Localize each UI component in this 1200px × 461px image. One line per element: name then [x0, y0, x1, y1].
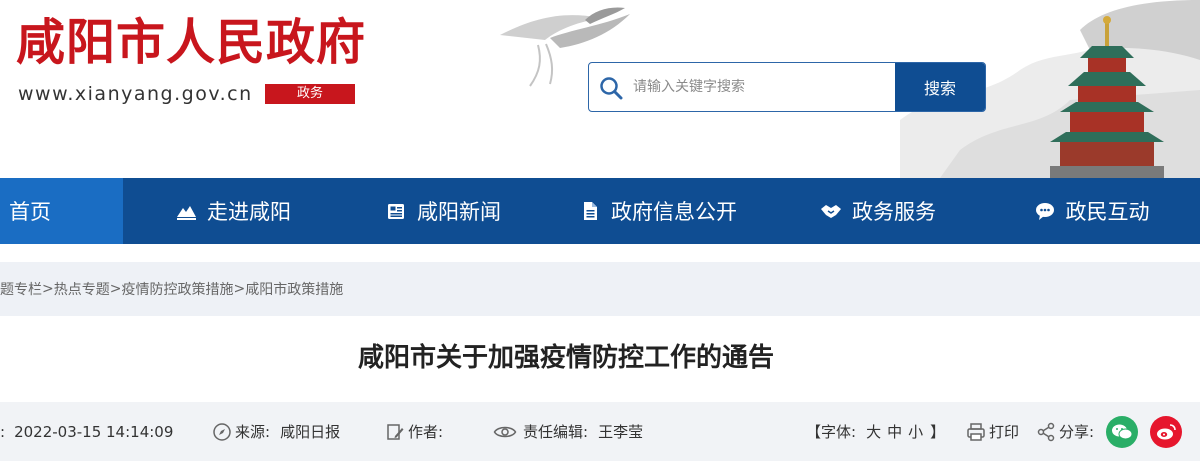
article-editor: 责任编辑: 王李莹	[493, 402, 643, 461]
compass-icon	[213, 422, 231, 441]
source-value: 咸阳日报	[280, 423, 341, 441]
newspaper-icon	[388, 204, 404, 219]
publish-date-prefix: :	[0, 422, 6, 441]
source-label: 来源:	[235, 423, 271, 441]
nav-item-label: 咸阳新闻	[417, 200, 501, 224]
breadcrumb: 题专栏 > 热点专题 > 疫情防控政策措施 > 咸阳市政策措施	[0, 262, 1200, 316]
print-label: 打印	[989, 423, 1020, 441]
author-label: 作者:	[408, 423, 444, 441]
nav-item-label: 首页	[9, 200, 51, 224]
article-meta-bar: : 2022-03-15 14:14:09 来源: 咸阳日报 作者: 责任编辑:…	[0, 402, 1200, 461]
nav-item-home[interactable]: 首页	[0, 178, 123, 244]
search-box: 搜索	[588, 62, 986, 112]
wechat-icon	[1112, 424, 1133, 439]
article-source: 来源: 咸阳日报	[212, 402, 340, 461]
site-header: 咸阳市人民政府 www.xianyang.gov.cn 政务 搜索	[0, 0, 1200, 178]
main-navigation: 首页 走进咸阳 咸阳新闻 政府信息公开 政务服务 政民互动	[0, 178, 1200, 244]
share-section: 分享:	[1036, 402, 1183, 461]
breadcrumb-separator: >	[42, 281, 54, 297]
document-icon	[584, 202, 597, 220]
font-size-open: 【字体:	[806, 423, 857, 441]
editor-label: 责任编辑:	[523, 423, 589, 441]
handshake-icon	[821, 205, 841, 218]
font-size-medium[interactable]: 中	[887, 421, 902, 442]
breadcrumb-item-city-policies[interactable]: 咸阳市政策措施	[245, 279, 343, 299]
nav-item-label: 走进咸阳	[207, 200, 291, 224]
article-author: 作者:	[385, 402, 443, 461]
share-weibo-button[interactable]	[1150, 415, 1183, 448]
breadcrumb-item-epidemic-policies[interactable]: 疫情防控政策措施	[121, 279, 233, 299]
site-url[interactable]: www.xianyang.gov.cn	[18, 84, 253, 104]
search-button[interactable]: 搜索	[895, 63, 985, 111]
breadcrumb-separator: >	[109, 281, 122, 297]
share-label: 分享:	[1059, 423, 1095, 441]
mountain-icon	[177, 206, 196, 220]
nav-item-label: 政民互动	[1065, 200, 1150, 224]
breadcrumb-item-special-column[interactable]: 题专栏	[0, 279, 42, 299]
weibo-icon	[1157, 423, 1176, 439]
nav-item-public-interaction[interactable]: 政民互动	[983, 178, 1200, 244]
nav-item-government-info[interactable]: 政府信息公开	[543, 178, 773, 244]
article-title: 咸阳市关于加强疫情防控工作的通告	[357, 343, 774, 373]
publish-date: : 2022-03-15 14:14:09	[0, 402, 173, 461]
font-size-large[interactable]: 大	[866, 421, 881, 442]
nav-item-label: 政务服务	[852, 200, 936, 224]
nav-item-government-services[interactable]: 政务服务	[773, 178, 983, 244]
editor-value: 王李莹	[598, 423, 644, 441]
search-input[interactable]	[633, 63, 895, 111]
edit-icon	[387, 423, 404, 440]
print-button[interactable]: 打印	[966, 402, 1019, 461]
font-size-small[interactable]: 小	[908, 421, 923, 442]
site-title[interactable]: 咸阳市人民政府	[16, 18, 366, 67]
share-icon	[1037, 422, 1055, 441]
eye-icon	[493, 426, 517, 437]
nav-item-xianyang-news[interactable]: 咸阳新闻	[343, 178, 543, 244]
breadcrumb-separator: >	[233, 281, 246, 297]
font-size-control: 【字体: 大 中 小 】	[806, 402, 945, 461]
share-wechat-button[interactable]	[1106, 415, 1139, 448]
chat-icon	[1035, 203, 1054, 220]
publish-date-value: 2022-03-15 14:14:09	[14, 422, 174, 441]
nav-item-about-xianyang[interactable]: 走进咸阳	[123, 178, 343, 244]
section-badge: 政务	[265, 84, 355, 104]
font-size-close: 】	[930, 423, 946, 441]
printer-icon	[967, 422, 985, 441]
search-icon	[600, 77, 623, 100]
nav-item-label: 政府信息公开	[611, 200, 737, 224]
breadcrumb-item-hot-topics[interactable]: 热点专题	[54, 279, 110, 299]
